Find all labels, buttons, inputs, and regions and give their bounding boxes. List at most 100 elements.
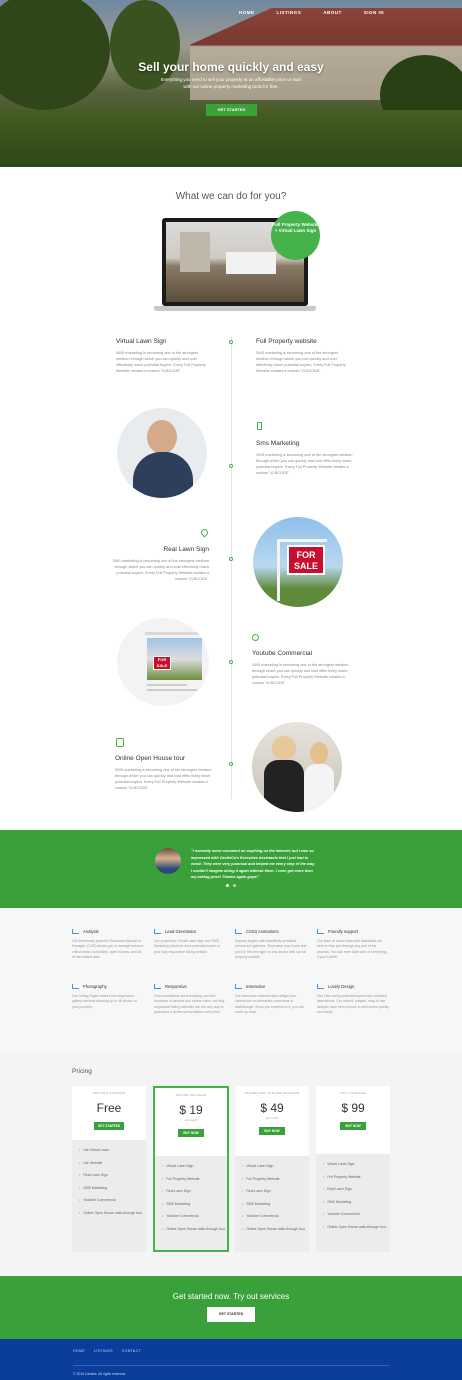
timeline-line [231, 337, 232, 799]
plan-feature: Real Lawn Sign [162, 1189, 227, 1193]
feature-youtube-commercial: Youtube Commercial SMS marketing is beco… [252, 650, 352, 686]
plan-feature: Online Open House walk-through tour [162, 1227, 227, 1231]
hero-subtitle: Everything you need to sell your propert… [160, 77, 302, 89]
plan-feature: Virtual Lawn Sign [162, 1164, 227, 1168]
feature-full-property-website: Full Property website SMS marketing is b… [256, 338, 351, 374]
service-title: Analysis [83, 929, 99, 934]
plan-feature: Youtube Commercial [242, 1214, 309, 1218]
feature-text: SMS marketing is becoming one of the str… [256, 351, 346, 373]
plan-feature: Online Open House walk-through tour [323, 1225, 390, 1229]
plan-online-package: ONLINE PACKAGE $ 19 per month BUY NOW Vi… [153, 1086, 229, 1252]
plan-buy-now-button[interactable]: BUY NOW [340, 1122, 366, 1130]
plan-tier: ONLINE AND OFFLINE PACKAGE [244, 1091, 300, 1095]
chart-icon [317, 984, 324, 989]
hero-title: Sell your home quickly and easy [138, 60, 324, 74]
person-shirt [133, 452, 193, 498]
service-analysis: Analysis Our immensely powerful Outcomes… [72, 929, 144, 961]
kitchen-counter [226, 252, 276, 274]
service-text: Our interactive walkthroughs delight you… [235, 994, 304, 1015]
feature-online-open-house-tour: Online Open House tour SMS marketing is … [115, 755, 213, 791]
phone-icon [257, 422, 262, 430]
footer-link-contact[interactable]: CONTACT [122, 1349, 141, 1353]
chart-icon [72, 929, 79, 934]
feature-title: Real Lawn Sign [163, 546, 209, 553]
listing-text-line [147, 689, 197, 691]
plan-feature: Full Property Website [162, 1177, 227, 1181]
section-title: What we can do for you? [175, 191, 287, 202]
carousel-dot-active[interactable] [226, 884, 229, 887]
plan-tier: FULL PACKAGE [340, 1091, 366, 1095]
top-nav: HOME LISTINGS ABOUT SIGN IN [239, 10, 384, 15]
plan-buy-now-button[interactable]: BUY NOW [259, 1127, 285, 1135]
plan-tier: ONLINE PACKAGE [175, 1093, 207, 1097]
service-text: First impressions are everything and wit… [154, 994, 225, 1015]
nav-sign-in[interactable]: SIGN IN [364, 10, 384, 15]
plan-full-package: FULL PACKAGE $ 99 BUY NOW Virtual Lawn S… [316, 1086, 390, 1252]
sign-arm [277, 539, 327, 542]
chart-icon [154, 984, 161, 989]
feature-text: SMS marketing is becoming one of the str… [116, 351, 206, 373]
testimonial-avatar [155, 848, 181, 874]
plan-feature: Online Open House walk-through tour [242, 1227, 309, 1231]
service-friendly-support: Friendly support Our team of virtual exe… [317, 929, 389, 961]
for-sale-sign-photo: FOR SALE [253, 517, 343, 607]
agent-suit [264, 760, 304, 812]
plan-features: Virtual Lawn Sign Full Property Website … [316, 1154, 390, 1252]
service-title: CSS3 Animations [246, 929, 279, 934]
footer-link-listings[interactable]: LISTINGS [94, 1349, 113, 1353]
cta-get-started-button[interactable]: GET STARTED [207, 1307, 255, 1322]
carousel-dot[interactable] [233, 884, 236, 887]
nav-about[interactable]: ABOUT [323, 10, 342, 15]
sign-post [277, 539, 280, 601]
service-title: Responsive [165, 984, 187, 989]
chart-icon [235, 929, 242, 934]
service-lovely-design: Lovely Design Don't like losing potentia… [317, 984, 389, 1016]
for-sale-sign: FOR SALE [287, 545, 325, 575]
plan-get-started-button[interactable]: GET STARTED [94, 1122, 124, 1130]
plan-feature: Virtual Lawn Sign [323, 1162, 390, 1166]
plan-feature: Full Property Website [242, 1177, 309, 1181]
feature-sms-marketing: Sms Marketing SMS marketing is becoming … [256, 440, 354, 476]
plan-period: per month [265, 1116, 279, 1120]
service-title: Friendly support [328, 929, 359, 934]
service-title: Photography [83, 984, 107, 989]
service-text: Our immensely powerful Outcomes Manual t… [72, 939, 144, 960]
plan-period: per month [184, 1118, 198, 1122]
plan-feature: Youtube Commercial [162, 1214, 227, 1218]
plan-feature: Real Lawn Sign [242, 1189, 309, 1193]
browser-bar [145, 632, 201, 635]
footer-copyright: © 2016 Castlea. All rights reserved. [73, 1372, 127, 1376]
plan-feature: Online Open House walk-through tour [79, 1211, 146, 1215]
window [180, 232, 210, 272]
nav-listings[interactable]: LISTINGS [276, 10, 301, 15]
for-sale-sign: FOR SALE [153, 656, 171, 670]
timeline-dot [229, 660, 233, 664]
second-agent-suit [304, 764, 334, 812]
sign-text-top: FOR [296, 550, 316, 560]
plan-feature: Lite Virtual Lawn [79, 1148, 146, 1152]
footer-link-home[interactable]: HOME [73, 1349, 85, 1353]
plan-features: Lite Virtual Lawn Lite Website Real Lawn… [72, 1140, 146, 1252]
listing-website-screenshot: FOR SALE [117, 618, 209, 706]
service-title: Lovely Design [328, 984, 355, 989]
plan-feature: SMS Marketing [323, 1200, 390, 1204]
services-section [0, 908, 462, 1054]
plan-feature: Virtual Lawn Sign [242, 1164, 309, 1168]
chart-icon [154, 929, 161, 934]
play-icon [252, 634, 259, 641]
person-head [147, 420, 177, 454]
sign-text-bottom: SALE [156, 663, 168, 668]
service-interactive: Interactive Our interactive walkthroughs… [235, 984, 307, 1016]
plan-free: GETTING STARTED Free GET STARTED Lite Vi… [72, 1086, 146, 1252]
nav-home[interactable]: HOME [239, 10, 255, 15]
timeline-dot [229, 340, 233, 344]
feature-title: Online Open House tour [115, 755, 186, 762]
feature-title: Youtube Commercial [252, 650, 313, 657]
feature-title: Full Property website [256, 338, 317, 345]
plan-feature: SMS Marketing [162, 1202, 227, 1206]
hero-get-started-button[interactable]: GET STARTED [206, 104, 257, 116]
laptop-base [154, 306, 316, 311]
feature-title: Virtual Lawn Sign [116, 338, 167, 345]
plan-buy-now-button[interactable]: BUY NOW [178, 1129, 204, 1137]
feature-text: SMS marketing is becoming one of the str… [115, 768, 212, 790]
